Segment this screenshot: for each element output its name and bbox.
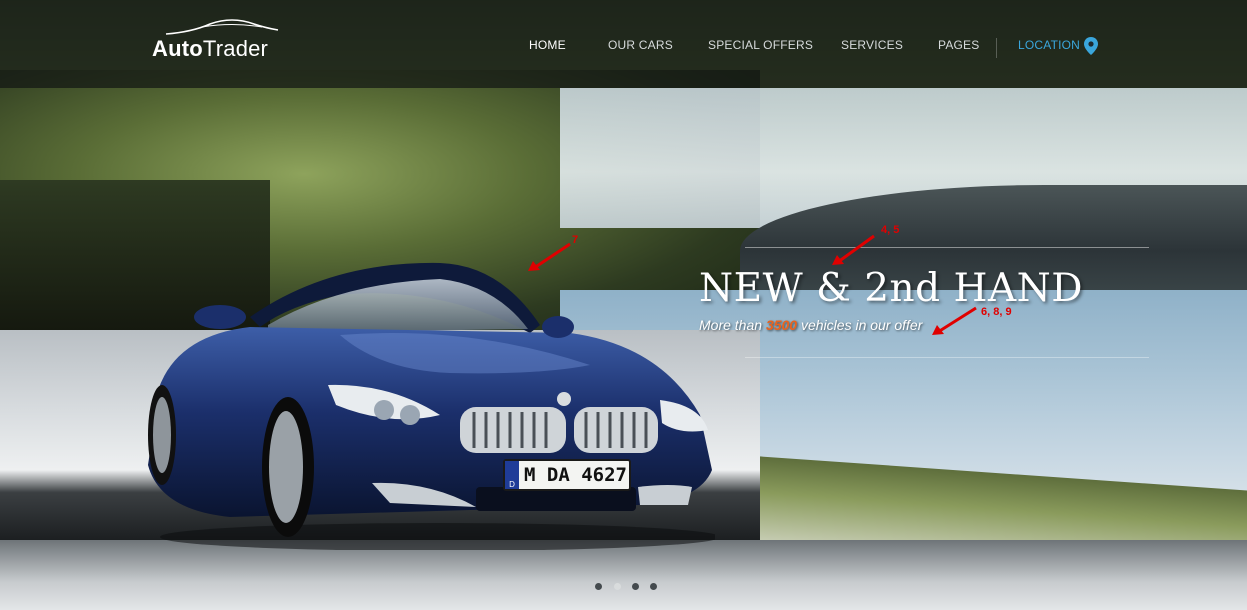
slider-dot[interactable]: [595, 583, 602, 590]
annotation-label: 4, 5: [881, 224, 900, 236]
slider-dot[interactable]: [632, 583, 639, 590]
subheadline-prefix: More than: [699, 317, 766, 333]
logo-text: AutoTrader: [152, 36, 268, 62]
slider-dot-active[interactable]: [614, 583, 621, 590]
headline-rule-bottom: [745, 357, 1149, 358]
plate-number: M DA 4627: [524, 464, 627, 486]
subheadline-suffix: vehicles in our offer: [797, 317, 923, 333]
annotation-arrow-icon: [932, 306, 977, 335]
annotation-arrow-icon: [832, 234, 875, 265]
hero-subheadline: More than 3500 vehicles in our offer: [699, 317, 922, 333]
slider-dot[interactable]: [650, 583, 657, 590]
nav-special-offers[interactable]: SPECIAL OFFERS: [708, 38, 813, 52]
license-plate: D M DA 4627: [503, 459, 631, 491]
annotation-label: 7: [572, 234, 579, 246]
nav-divider: [996, 38, 997, 58]
nav-services[interactable]: SERVICES: [841, 38, 903, 52]
nav-location[interactable]: LOCATION: [1018, 38, 1080, 52]
headline-rule-top: [745, 247, 1149, 248]
car-image: D M DA 4627: [140, 255, 715, 550]
hero-headline: NEW & 2nd HAND: [699, 266, 1084, 311]
nav-home[interactable]: HOME: [529, 38, 566, 52]
site-logo[interactable]: AutoTrader: [150, 18, 280, 66]
annotation-label: 6, 8, 9: [981, 306, 1012, 318]
nav-pages[interactable]: PAGES: [938, 38, 979, 52]
logo-text-bold: Auto: [152, 36, 203, 61]
logo-text-light: Trader: [202, 36, 269, 61]
map-pin-icon[interactable]: [1084, 37, 1098, 55]
nav-our-cars[interactable]: OUR CARS: [608, 38, 673, 52]
site-header: AutoTrader HOME OUR CARS SPECIAL OFFERS …: [0, 0, 1247, 88]
annotation-arrow-icon: [528, 242, 571, 271]
plate-country-code: D: [505, 461, 519, 489]
vehicle-count: 3500: [765, 317, 798, 333]
background-road-bottom: [0, 540, 1247, 610]
car-silhouette-icon: [165, 19, 279, 35]
